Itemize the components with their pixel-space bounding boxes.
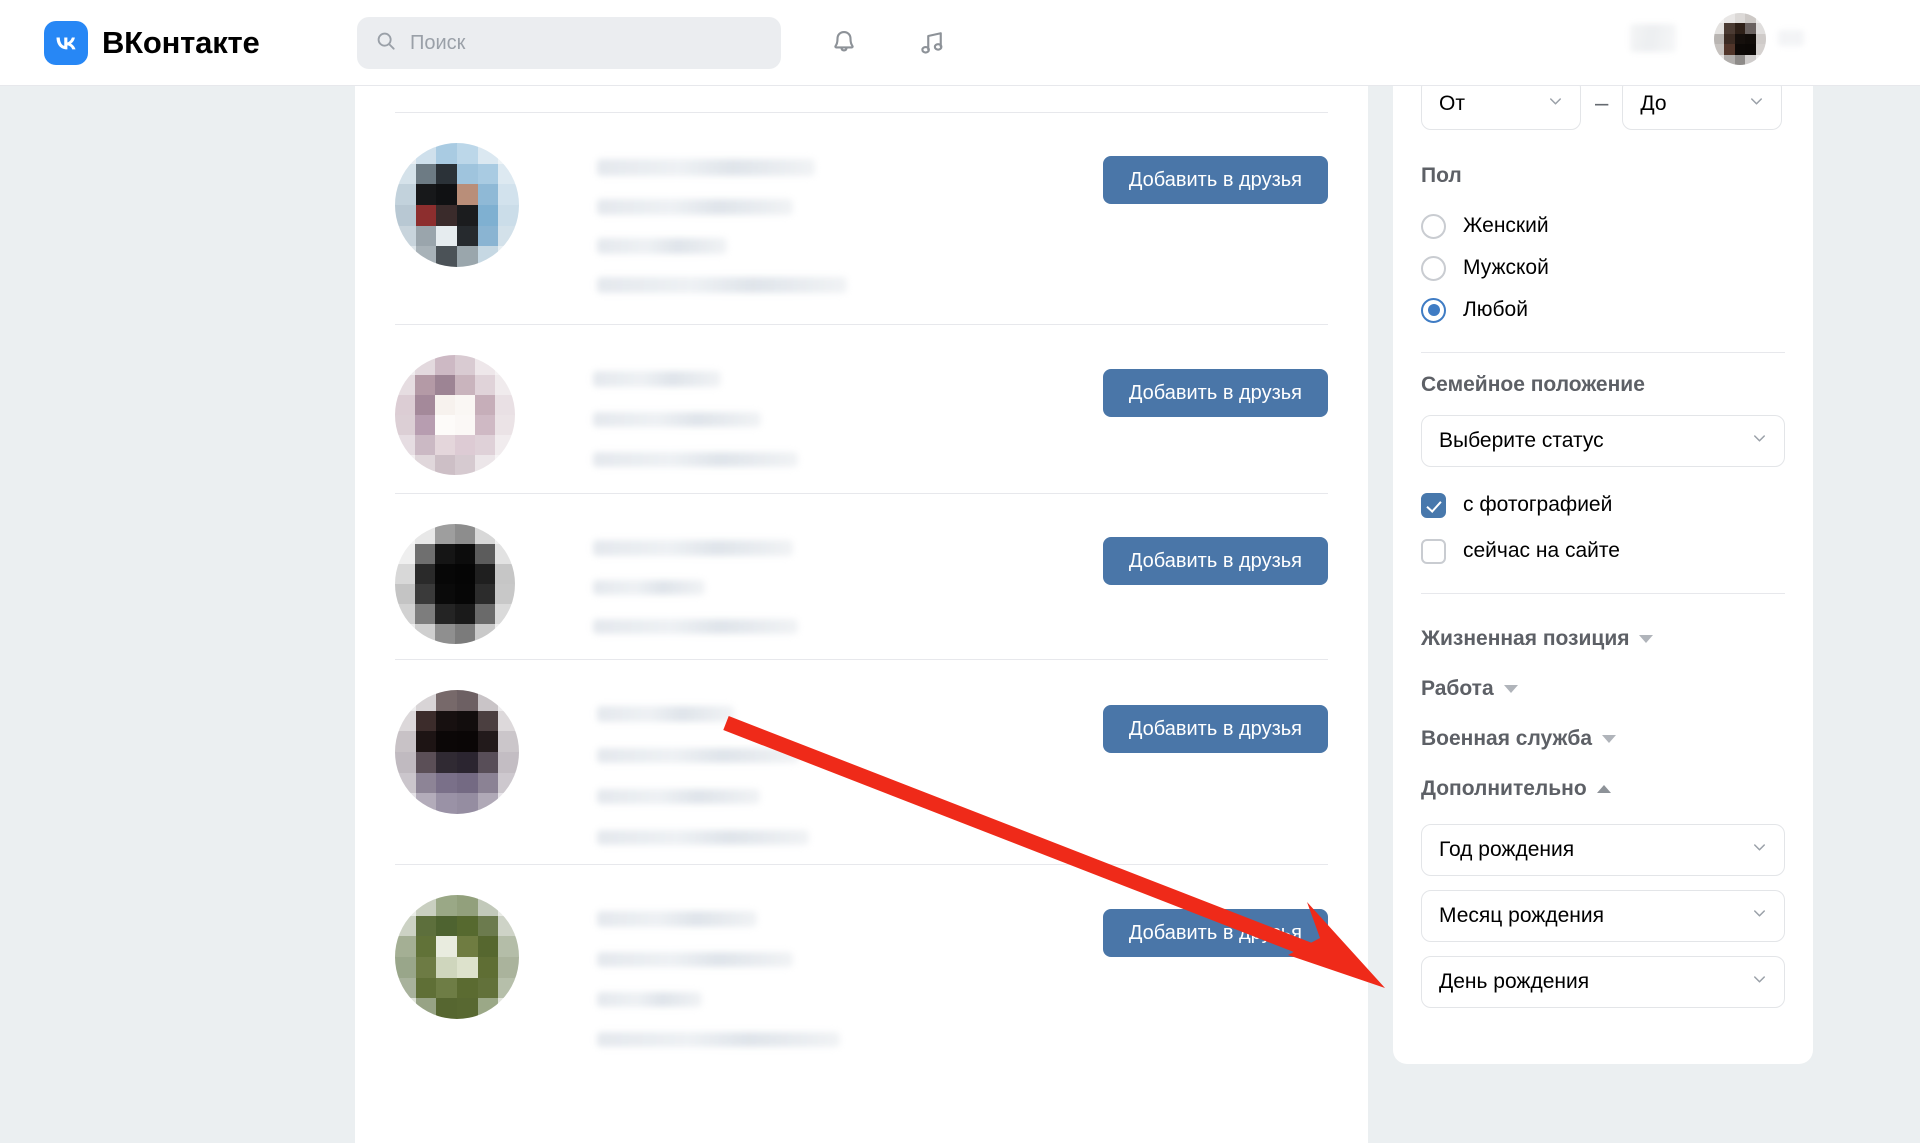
add-friend-button[interactable]: Добавить в друзья <box>1102 369 1328 417</box>
gender-option-label: Мужской <box>1463 256 1549 279</box>
age-to-label: До <box>1640 92 1667 115</box>
user-avatar[interactable] <box>1714 13 1766 65</box>
user-name-blurred <box>593 540 793 556</box>
user-detail-blurred <box>597 789 760 804</box>
user-avatar-3[interactable] <box>395 524 515 644</box>
user-detail-blurred <box>593 619 798 634</box>
age-range-separator: – <box>1595 90 1609 117</box>
add-friend-button[interactable]: Добавить в друзья <box>1102 705 1328 753</box>
people-results-list: Добавить в друзья Добавить в друзья Доба… <box>355 113 1368 1065</box>
relationship-status-label: Выберите статус <box>1439 429 1604 452</box>
gender-option-male[interactable]: Мужской <box>1421 248 1785 288</box>
collapsible-label: Работа <box>1421 677 1494 700</box>
birth-month-label: Месяц рождения <box>1439 904 1604 927</box>
collapsible-label: Жизненная позиция <box>1421 627 1630 650</box>
divider <box>1421 352 1785 353</box>
birth-day-label: День рождения <box>1439 970 1590 993</box>
user-detail-blurred <box>593 452 798 467</box>
vk-logo-icon <box>44 20 88 65</box>
collapsible-additional[interactable]: Дополнительно <box>1421 764 1785 814</box>
user-detail-blurred <box>597 952 793 967</box>
music-note-icon[interactable] <box>911 22 953 64</box>
birth-month-select[interactable]: Месяц рождения <box>1421 890 1785 942</box>
chevron-down-icon <box>1503 685 1518 693</box>
chevron-down-icon <box>1750 429 1769 454</box>
account-chevron-blurred <box>1778 30 1804 46</box>
chevron-down-icon <box>1750 970 1769 995</box>
gender-section-title: Пол <box>1421 164 1462 187</box>
radio-icon <box>1421 255 1446 281</box>
birth-day-select[interactable]: День рождения <box>1421 956 1785 1008</box>
collapsible-label: Военная служба <box>1421 727 1593 750</box>
vk-brand-link[interactable]: ВКонтакте <box>44 20 260 65</box>
birth-year-select[interactable]: Год рождения <box>1421 824 1785 876</box>
user-name-blurred <box>597 706 734 722</box>
user-detail-blurred <box>597 830 809 845</box>
age-from-label: От <box>1439 92 1465 115</box>
divider <box>1421 593 1785 594</box>
top-header: ВКонтакте Поиск <box>0 0 1920 86</box>
user-detail-blurred <box>597 1032 840 1047</box>
relationship-status-select[interactable]: Выберите статус <box>1421 415 1785 467</box>
user-name-blurred <box>597 159 815 176</box>
table-row[interactable]: Добавить в друзья <box>355 494 1368 660</box>
search-input[interactable]: Поиск <box>357 17 781 69</box>
chevron-down-icon <box>1750 838 1769 863</box>
search-results-card: Добавить в друзья Добавить в друзья Доба… <box>355 86 1368 1143</box>
brand-name: ВКонтакте <box>102 24 260 60</box>
gender-option-label: Женский <box>1463 214 1549 237</box>
collapsible-life-position[interactable]: Жизненная позиция <box>1421 614 1785 664</box>
user-avatar-4[interactable] <box>395 690 519 814</box>
user-detail-blurred <box>597 238 727 254</box>
search-icon <box>375 30 397 57</box>
user-avatar-1[interactable] <box>395 143 519 267</box>
search-filters-panel: От – До Пол Женский Мужской Любой Семейн… <box>1393 0 1813 1064</box>
user-name-blurred <box>597 911 757 927</box>
checkbox-label: с фотографией <box>1463 493 1613 516</box>
additional-filters-group: Год рождения Месяц рождения День рождени… <box>1421 824 1785 1008</box>
user-detail-blurred <box>597 199 793 215</box>
chevron-up-icon <box>1596 785 1611 793</box>
chevron-down-icon <box>1602 735 1617 743</box>
radio-icon-selected <box>1421 297 1446 323</box>
checkbox-label: сейчас на сайте <box>1463 539 1620 562</box>
birth-year-label: Год рождения <box>1439 838 1575 861</box>
user-detail-blurred <box>597 277 847 293</box>
bell-icon[interactable] <box>823 22 865 64</box>
checkbox-online-now[interactable]: сейчас на сайте <box>1421 531 1785 571</box>
add-friend-button[interactable]: Добавить в друзья <box>1102 537 1328 585</box>
checkbox-icon-checked <box>1421 492 1446 518</box>
chevron-down-icon <box>1747 92 1766 117</box>
add-friend-button[interactable]: Добавить в друзья <box>1102 909 1328 957</box>
table-row[interactable]: Добавить в друзья <box>355 325 1368 494</box>
radio-icon <box>1421 213 1446 239</box>
user-detail-blurred <box>593 412 761 427</box>
user-avatar-5[interactable] <box>395 895 519 1019</box>
user-detail-blurred <box>597 992 702 1007</box>
account-name-blurred <box>1630 24 1676 52</box>
avatar-pixels <box>1714 13 1766 65</box>
collapsible-label: Дополнительно <box>1421 777 1587 800</box>
gender-option-female[interactable]: Женский <box>1421 206 1785 246</box>
user-detail-blurred <box>593 580 705 595</box>
user-detail-blurred <box>597 748 799 763</box>
gender-option-label: Любой <box>1463 298 1528 321</box>
checkbox-with-photo[interactable]: с фотографией <box>1421 485 1785 525</box>
collapsible-work[interactable]: Работа <box>1421 664 1785 714</box>
add-friend-button[interactable]: Добавить в друзья <box>1102 156 1328 204</box>
table-row[interactable]: Добавить в друзья <box>355 660 1368 865</box>
chevron-down-icon <box>1639 635 1654 643</box>
table-row[interactable]: Добавить в друзья <box>355 113 1368 325</box>
collapsible-military-service[interactable]: Военная служба <box>1421 714 1785 764</box>
table-row[interactable]: Добавить в друзья <box>355 865 1368 1065</box>
chevron-down-icon <box>1750 904 1769 929</box>
checkbox-icon <box>1421 538 1446 564</box>
user-avatar-2[interactable] <box>395 355 515 475</box>
relationship-section-title: Семейное положение <box>1421 373 1645 396</box>
chevron-down-icon <box>1546 92 1565 117</box>
user-name-blurred <box>593 371 721 387</box>
search-placeholder: Поиск <box>410 31 466 54</box>
gender-option-any[interactable]: Любой <box>1421 290 1785 330</box>
